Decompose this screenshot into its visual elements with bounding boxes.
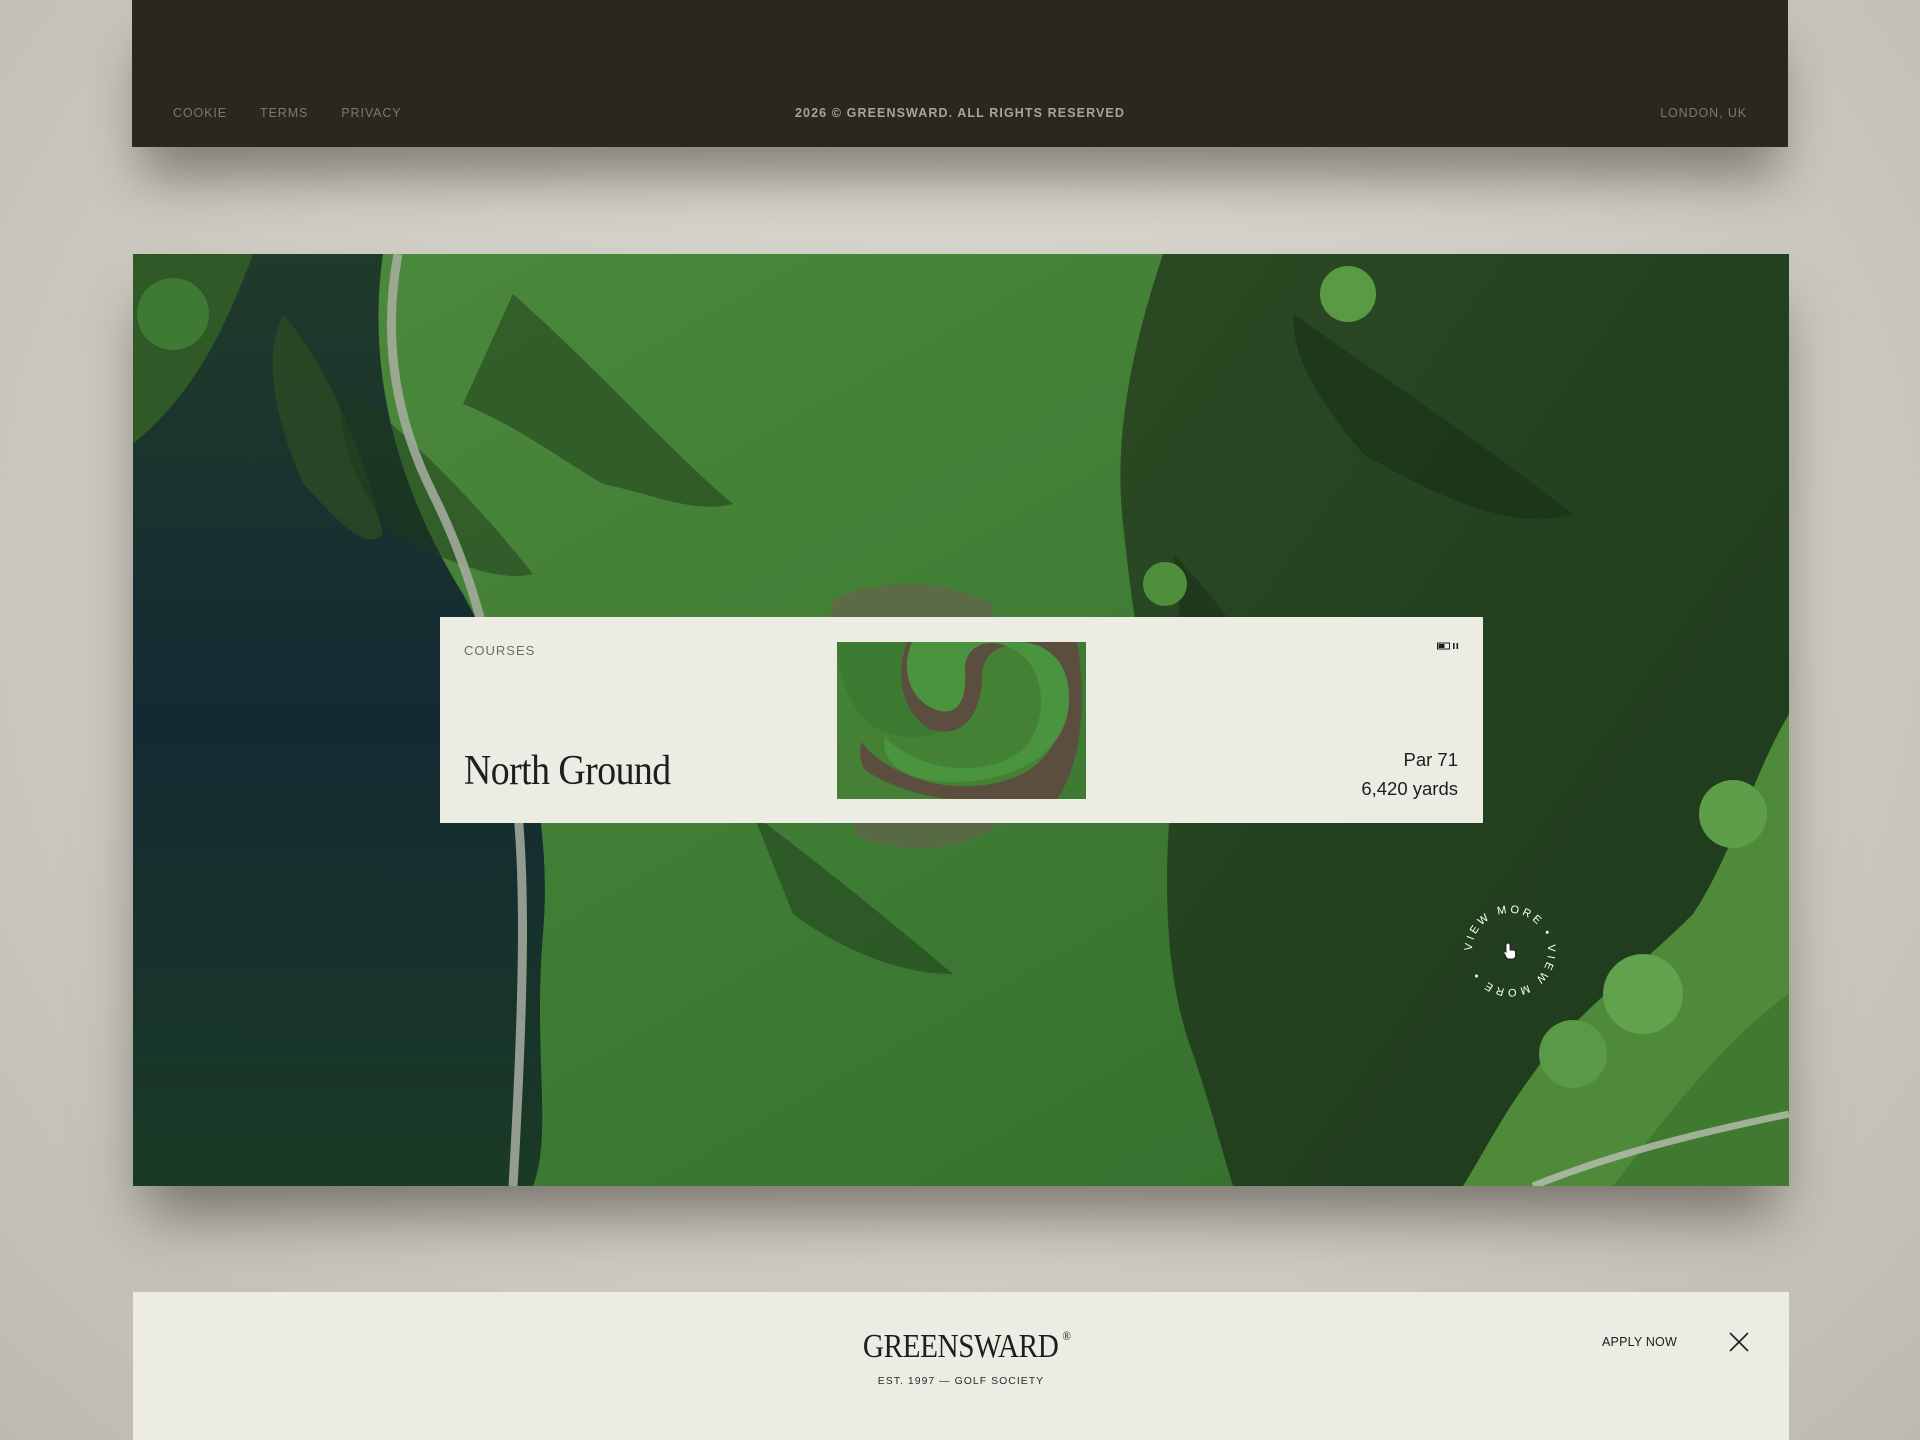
course-yards: 6,420 yards (1361, 778, 1458, 799)
card-section-label: COURSES (464, 643, 536, 658)
course-par: Par 71 (1403, 749, 1458, 770)
copyright-text: 2026 © GREENSWARD. ALL RIGHTS RESERVED (794, 106, 1125, 120)
progress-pause-icon[interactable] (1437, 641, 1461, 651)
site-header: GREENSWARD ® EST. 1997 — GOLF SOCIETY AP… (133, 1292, 1789, 1440)
brand-logo[interactable]: GREENSWARD ® (863, 1328, 1071, 1366)
view-more-button[interactable]: VIEW MORE • VIEW MORE • (1460, 901, 1560, 1001)
footer-location: LONDON, UK (1660, 106, 1747, 120)
course-thumbnail[interactable] (837, 642, 1086, 799)
course-card[interactable]: COURSES North Ground Par 71 6,420 yards (440, 617, 1483, 823)
course-title: North Ground (464, 748, 671, 794)
course-stats: Par 71 6,420 yards (1361, 745, 1458, 803)
registered-mark: ® (1062, 1328, 1072, 1343)
apply-now-button[interactable]: APPLY NOW (1602, 1335, 1677, 1349)
hand-pointer-icon (1503, 942, 1516, 960)
logo-text: GREENSWARD (863, 1328, 1059, 1365)
logo-wrap: GREENSWARD ® (133, 1328, 1789, 1366)
brand-tagline: EST. 1997 — GOLF SOCIETY (877, 1375, 1045, 1387)
site-footer: COOKIE TERMS PRIVACY 2026 © GREENSWARD. … (132, 0, 1788, 147)
hero-section: COURSES North Ground Par 71 6,420 yards … (133, 254, 1789, 1186)
close-icon[interactable] (1727, 1330, 1751, 1354)
